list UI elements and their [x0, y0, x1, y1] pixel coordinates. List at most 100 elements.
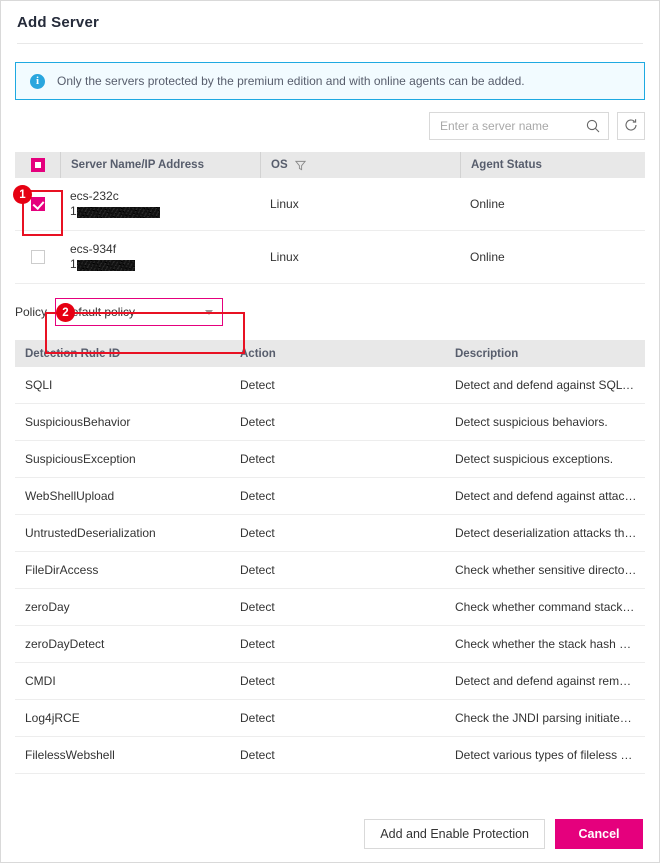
server-ip-prefix: 1 [70, 257, 77, 271]
table-row: zeroDay Detect Check whether command stack… [15, 589, 645, 626]
column-header-action: Action [240, 347, 276, 360]
table-row: zeroDayDetect Detect Check whether the sta… [15, 626, 645, 663]
os-cell: Linux [270, 197, 299, 211]
policy-selected-value: default policy [65, 305, 136, 319]
chevron-down-icon [205, 309, 214, 315]
column-header-server-name: Server Name/IP Address [60, 152, 260, 178]
rule-id-cell: CMDI [25, 674, 56, 688]
refresh-button[interactable] [617, 112, 645, 140]
info-icon: i [30, 73, 45, 89]
rule-id-cell: zeroDayDetect [25, 637, 105, 651]
rule-action-cell: Detect [240, 600, 275, 614]
select-all-checkbox[interactable] [30, 158, 45, 172]
rule-id-cell: SuspiciousBehavior [25, 415, 131, 429]
rule-id-cell: Log4jRCE [25, 711, 80, 725]
rule-description-cell: Detect various types of fileless Java w.… [455, 747, 645, 762]
rule-action-cell: Detect [240, 563, 275, 577]
rule-description-cell: Check whether command stacks have... [455, 599, 645, 614]
policy-select[interactable]: default policy [55, 298, 224, 326]
detection-rules-table: Detection Rule ID Action Description SQL… [15, 340, 645, 774]
table-row[interactable]: ecs-934f 1 Linux Online [15, 231, 645, 284]
rule-description-cell: Detect and defend against remote OS ... [455, 673, 645, 688]
row-select-cell [15, 231, 60, 284]
filter-funnel-icon[interactable] [294, 160, 306, 171]
search-box[interactable] [429, 112, 609, 140]
rule-action-cell: Detect [240, 489, 275, 503]
redacted-ip-mask [76, 207, 160, 218]
table-row: FileDirAccess Detect Check whether sensiti… [15, 552, 645, 589]
info-alert: i Only the servers protected by the prem… [15, 62, 645, 100]
server-table: Server Name/IP Address OS Agent Status e… [15, 152, 645, 284]
server-ip-prefix: 1 [70, 204, 77, 218]
policy-label: Policy [15, 305, 48, 319]
annotation-badge-2: 2 [56, 303, 75, 322]
rule-action-cell: Detect [240, 378, 275, 392]
server-ip-text: 1 [70, 205, 160, 218]
rule-id-cell: WebShellUpload [25, 489, 115, 503]
rule-id-cell: FileDirAccess [25, 563, 99, 577]
column-header-description: Description [455, 347, 519, 360]
redacted-ip-mask [76, 260, 135, 271]
table-row: Log4jRCE Detect Check the JNDI parsing ini… [15, 700, 645, 737]
server-table-body: ecs-232c 1 Linux Online ecs-934f 1 Linux Online [15, 178, 645, 284]
rule-id-cell: UntrustedDeserialization [25, 526, 156, 540]
dialog-footer: Add and Enable Protection Cancel [1, 806, 659, 862]
table-row: FilelessWebshell Detect Detect various typ… [15, 737, 645, 774]
rule-action-cell: Detect [240, 637, 275, 651]
column-header-rule-id: Detection Rule ID [25, 347, 121, 360]
select-all-cell [15, 152, 60, 178]
server-ip-text: 1 [70, 258, 135, 271]
table-row: UntrustedDeserialization Detect Detect des… [15, 515, 645, 552]
rules-table-body: SQLI Detect Detect and defend against SQL … [15, 367, 645, 774]
cancel-button[interactable]: Cancel [555, 819, 643, 849]
search-toolbar [15, 100, 645, 152]
rule-description-cell: Check the JNDI parsing initiated durin..… [455, 710, 645, 725]
row-checkbox[interactable] [30, 197, 45, 211]
rule-action-cell: Detect [240, 415, 275, 429]
refresh-icon [624, 118, 638, 135]
rule-description-cell: Detect suspicious behaviors. [455, 414, 608, 429]
row-checkbox[interactable] [30, 250, 45, 264]
rule-id-cell: SuspiciousException [25, 452, 136, 466]
search-icon[interactable] [586, 119, 600, 133]
rule-description-cell: Detect suspicious exceptions. [455, 451, 614, 466]
column-header-os-label: OS [271, 159, 288, 171]
agent-status-cell: Online [470, 250, 505, 264]
column-header-agent-status: Agent Status [460, 152, 645, 178]
rule-action-cell: Detect [240, 526, 275, 540]
server-name-text: ecs-232c [70, 189, 119, 203]
server-name-cell: ecs-934f 1 [60, 231, 260, 284]
rule-action-cell: Detect [240, 711, 275, 725]
agent-status-cell: Online [470, 197, 505, 211]
rule-id-cell: zeroDay [25, 600, 70, 614]
add-and-enable-protection-button[interactable]: Add and Enable Protection [364, 819, 545, 849]
rule-description-cell: Detect and defend against attacks that..… [455, 488, 645, 503]
rule-description-cell: Detect and defend against SQL injecti... [455, 377, 645, 392]
rule-action-cell: Detect [240, 674, 275, 688]
dialog-header: Add Server [1, 1, 659, 43]
table-row: CMDI Detect Detect and defend against remo… [15, 663, 645, 700]
info-alert-text: Only the servers protected by the premiu… [57, 74, 525, 88]
server-name-cell: ecs-232c 1 [60, 178, 260, 231]
server-table-header: Server Name/IP Address OS Agent Status [15, 152, 645, 178]
rule-action-cell: Detect [240, 748, 275, 762]
search-input[interactable] [438, 118, 586, 134]
table-row: SQLI Detect Detect and defend against SQL … [15, 367, 645, 404]
table-row[interactable]: ecs-232c 1 Linux Online [15, 178, 645, 231]
rule-description-cell: Check whether the stack hash of a co... [455, 636, 645, 651]
table-row: SuspiciousBehavior Detect Detect suspiciou… [15, 404, 645, 441]
server-name-text: ecs-934f [70, 242, 117, 256]
column-header-os: OS [260, 152, 460, 178]
os-cell: Linux [270, 250, 299, 264]
rules-table-header: Detection Rule ID Action Description [15, 340, 645, 367]
page-title: Add Server [17, 13, 100, 31]
add-server-dialog: Add Server i Only the servers protected … [0, 0, 660, 863]
rule-id-cell: SQLI [25, 378, 53, 392]
annotation-badge-1: 1 [13, 185, 32, 204]
rule-description-cell: Detect deserialization attacks that expl… [455, 525, 645, 540]
rule-id-cell: FilelessWebshell [25, 748, 115, 762]
policy-row: Policy default policy [15, 284, 645, 340]
table-row: WebShellUpload Detect Detect and defend ag… [15, 478, 645, 515]
rule-description-cell: Check whether sensitive directories or..… [455, 562, 645, 577]
dialog-body: i Only the servers protected by the prem… [1, 44, 659, 806]
